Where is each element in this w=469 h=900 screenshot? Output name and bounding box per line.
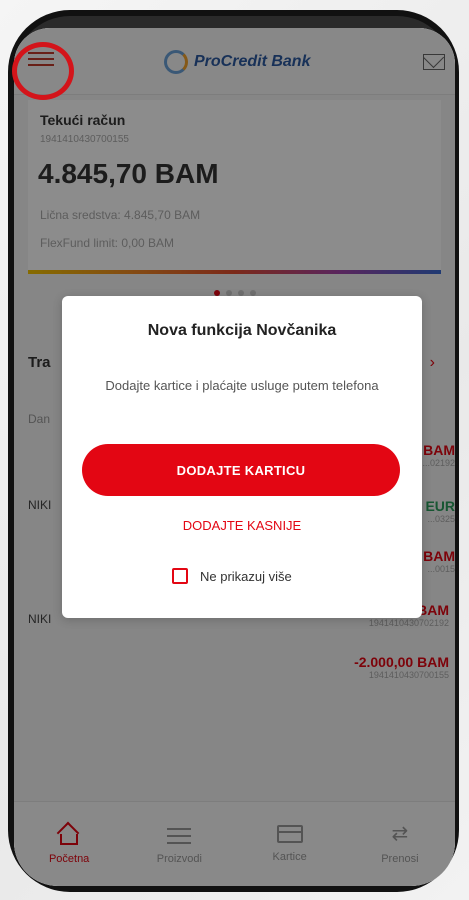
dialog-message: Dodajte kartice i plaćajte usluge putem … [105, 378, 379, 393]
wallet-feature-dialog: Nova funkcija Novčanika Dodajte kartice … [62, 296, 422, 618]
add-later-button[interactable]: DODAJTE KASNIJE [62, 518, 422, 533]
highlight-circle-annotation [12, 42, 74, 100]
phone-screen: ProCredit Bank Tekući račun 194141043070… [14, 28, 455, 886]
dont-show-again-option[interactable]: Ne prikazuj više [172, 568, 292, 584]
dialog-title: Nova funkcija Novčanika [147, 322, 337, 339]
checkbox-label: Ne prikazuj više [200, 568, 292, 584]
add-card-button[interactable]: DODAJTE KARTICU [82, 444, 400, 496]
dont-show-again-checkbox[interactable] [172, 568, 188, 584]
